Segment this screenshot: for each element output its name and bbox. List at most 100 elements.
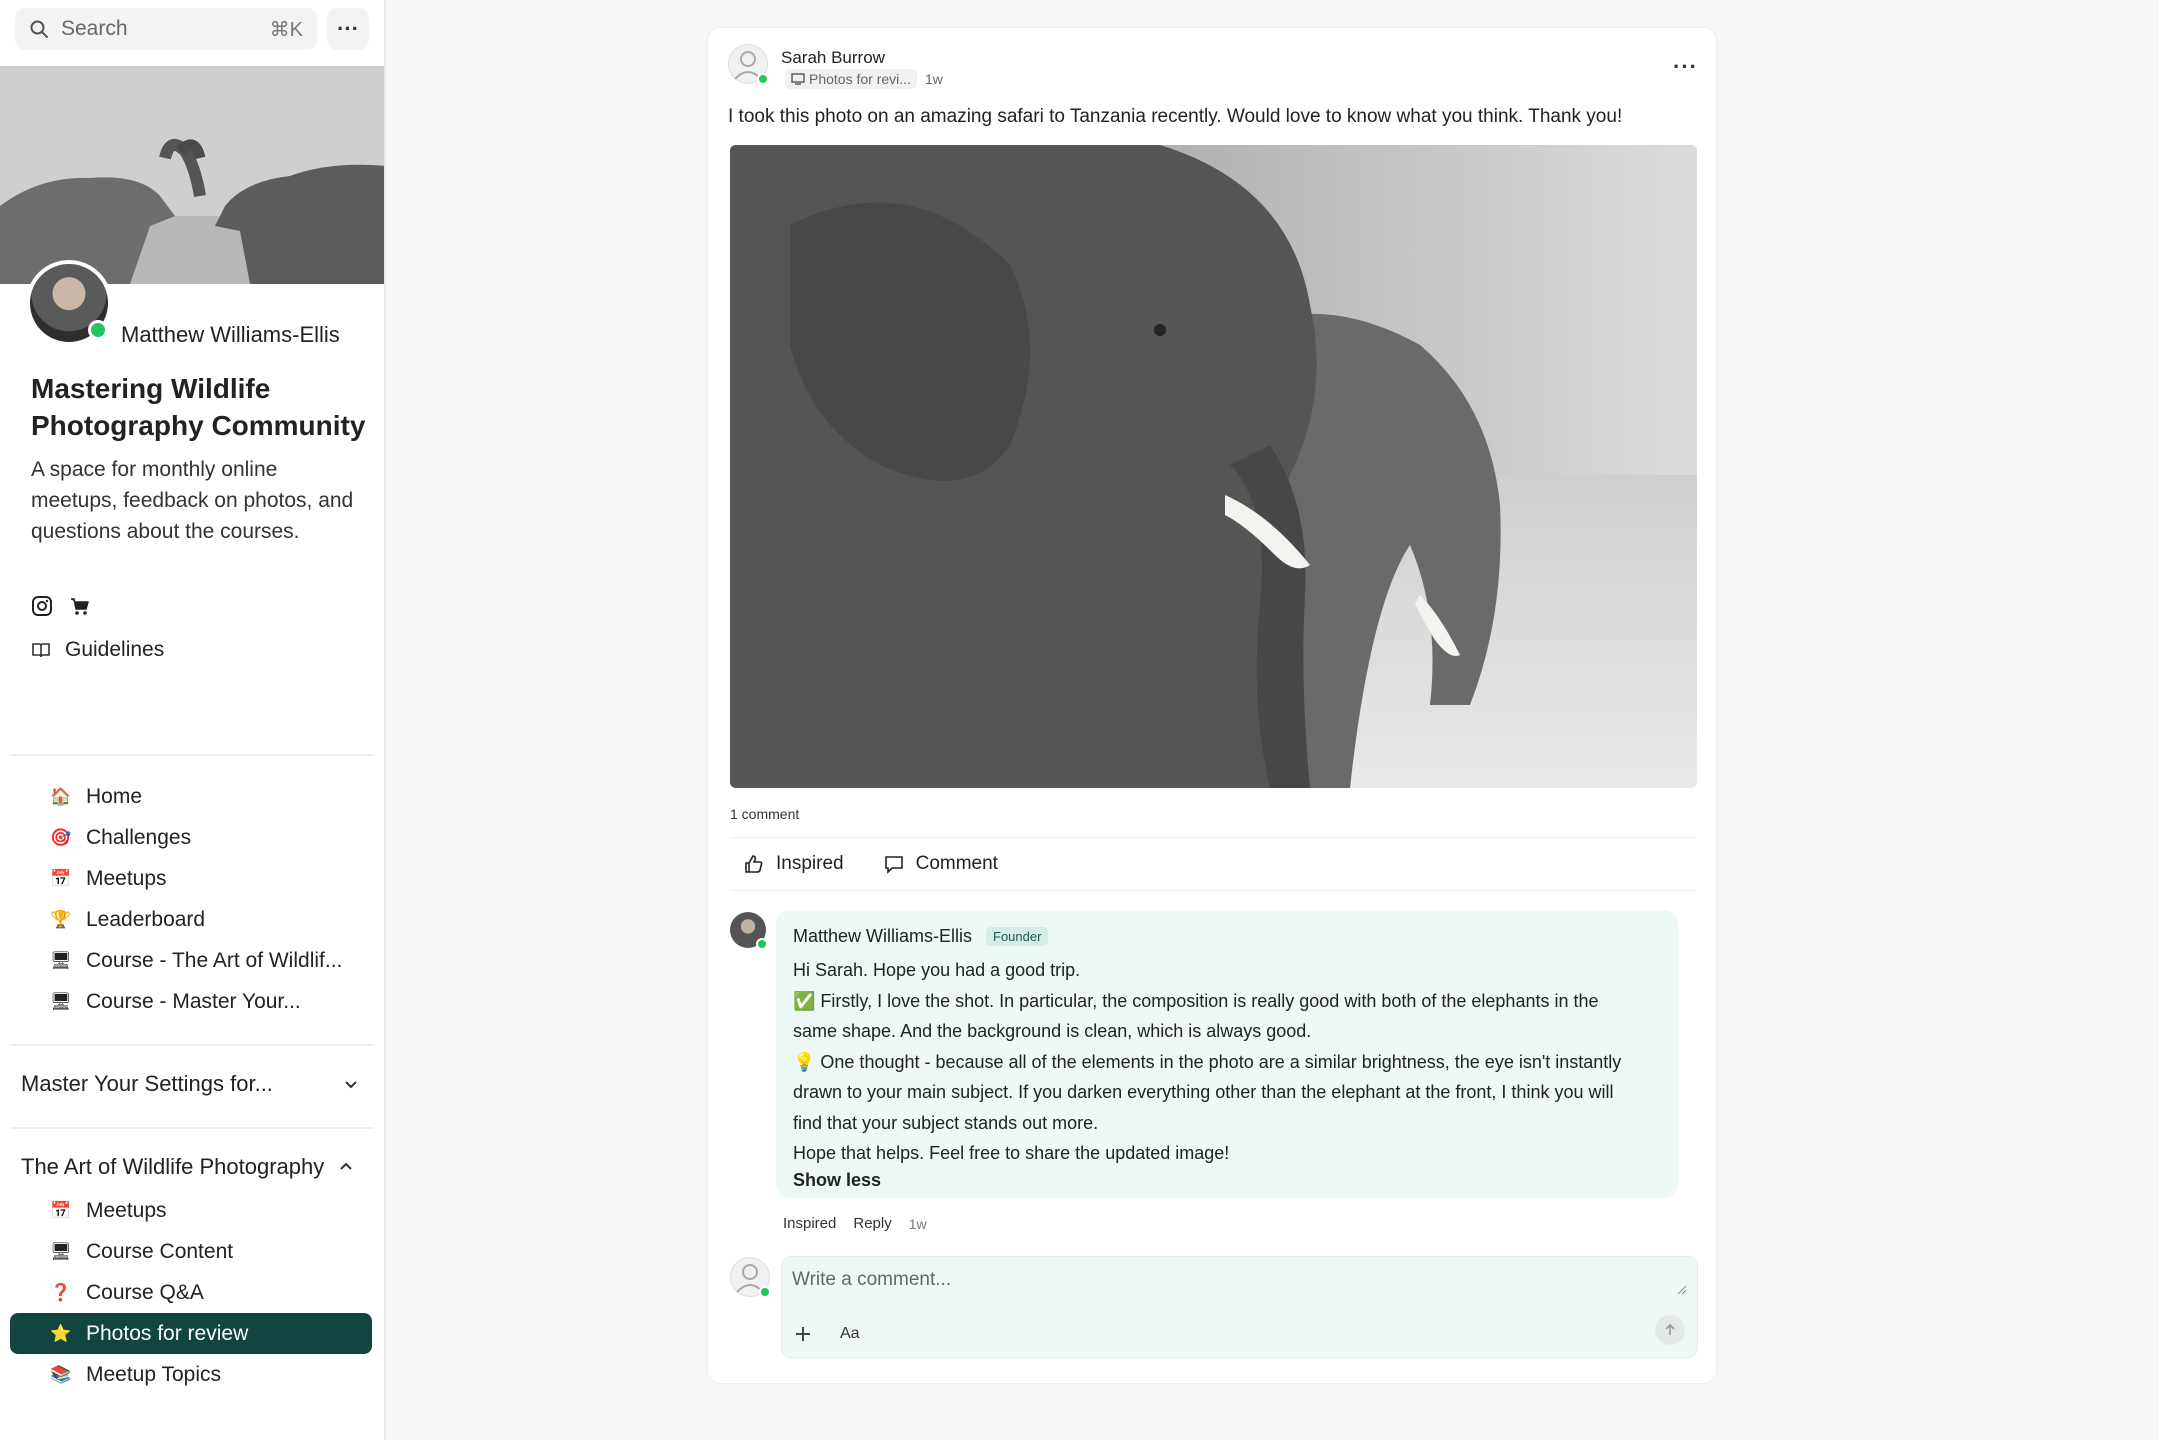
plus-icon[interactable] [794,1325,812,1343]
nav-item-photos-for-review[interactable]: ⭐ Photos for review [10,1313,372,1354]
resize-handle-icon[interactable] [1677,1285,1687,1295]
nav-item-course-master[interactable]: 🖥 Course - Master Your... [10,981,372,1022]
nav-item-meetups[interactable]: 📅 Meetups [10,1190,372,1231]
show-less-button[interactable]: Show less [793,1170,1662,1191]
main-nav: 🏠 Home 🎯 Challenges 📅 Meetups 🏆 Leaderboard … [10,776,372,1022]
nav-item-label: Course Q&A [86,1280,204,1304]
nav-item-course-qa[interactable]: ❓ Course Q&A [10,1272,372,1313]
search-placeholder: Search [61,17,128,40]
monitor-icon [791,73,805,85]
space-name: Photos for revi... [809,71,911,87]
nav-item-label: Meetups [86,1198,167,1222]
comment-button[interactable]: Comment [884,853,998,875]
online-status-dot [88,320,108,340]
books-icon: 📚 [50,1364,72,1384]
post-author-name[interactable]: Sarah Burrow [781,48,885,68]
comment-header: Matthew Williams-Ellis Founder [793,926,1662,947]
owner-name[interactable]: Matthew Williams-Ellis [121,322,340,348]
send-button[interactable] [1655,1315,1685,1345]
nav-item-label: Photos for review [86,1321,249,1345]
post-photo[interactable] [730,145,1697,788]
elephants-cover-illustration [0,66,384,284]
chevron-down-icon [345,1081,357,1089]
nav-item-label: Course - Master Your... [86,989,301,1013]
composer-toolbar: Aa [794,1325,860,1343]
comment-line: same shape. And the background is clean,… [793,1021,1312,1041]
nav-item-course-content[interactable]: 🖥 Course Content [10,1231,372,1272]
nav-item-label: Leaderboard [86,907,206,931]
calendar-icon: 📅 [50,868,72,888]
question-icon: ❓ [50,1282,72,1302]
guidelines-link[interactable]: Guidelines [31,638,164,662]
comment-actions: Inspired Reply 1w [783,1215,927,1232]
post-action-bar: Inspired Comment [730,837,1696,891]
post-options-button[interactable]: ··· [1673,54,1698,80]
comment-placeholder: Write a comment... [792,1269,952,1290]
comment-input[interactable]: Write a comment... Aa [781,1256,1698,1358]
section-art-of-wildlife[interactable]: The Art of Wildlife Photography [21,1154,354,1180]
sidebar-divider [10,1127,374,1129]
guidelines-label: Guidelines [65,638,165,661]
sidebar: Search ⌘K ··· Matthew Williams-Ellis Mas… [0,0,386,1440]
space-chip[interactable]: Photos for revi... [785,69,917,89]
text-format-button[interactable]: Aa [840,1325,860,1343]
instagram-icon[interactable] [31,595,53,617]
owner-avatar[interactable] [26,260,112,346]
online-status-dot [756,938,768,950]
trophy-icon: 🏆 [50,909,72,929]
nav-item-leaderboard[interactable]: 🏆 Leaderboard [10,899,372,940]
more-icon: ··· [337,16,359,41]
home-icon: 🏠 [50,786,72,806]
comment-line: 💡 One thought - because all of the eleme… [793,1051,1622,1072]
target-icon: 🎯 [50,827,72,847]
chevron-up-icon [340,1162,352,1170]
comment-line: ✅ Firstly, I love the shot. In particula… [793,990,1599,1011]
nav-item-meetup-topics[interactable]: 📚 Meetup Topics [10,1354,372,1395]
nav-item-challenges[interactable]: 🎯 Challenges [10,817,372,858]
comment-reply-button[interactable]: Reply [853,1215,891,1232]
comment-label: Comment [915,853,998,874]
nav-item-course-art[interactable]: 🖥 Course - The Art of Wildlif... [10,940,372,981]
community-description: A space for monthly online meetups, feed… [31,458,354,543]
section-label: Master Your Settings for... [21,1071,273,1096]
monitor-icon: 🖥 [50,991,72,1011]
elephants-photo-illustration [730,145,1697,788]
sidebar-more-button[interactable]: ··· [327,8,369,50]
author-avatar[interactable] [728,44,769,85]
comment-inspired-button[interactable]: Inspired [783,1215,836,1232]
sidebar-divider [10,1044,374,1046]
social-links [31,595,91,617]
cart-icon[interactable] [69,595,91,617]
section-label: The Art of Wildlife Photography [21,1154,325,1179]
post-meta: Photos for revi... 1w [785,69,943,89]
thumbs-up-icon [745,855,763,873]
inspired-button[interactable]: Inspired [744,853,844,875]
monitor-icon: 🖥 [50,1241,72,1261]
nav-item-label: Course Content [86,1239,234,1263]
sidebar-divider [10,754,374,756]
comment-time: 1w [908,1215,927,1232]
community-cover-image [0,66,384,284]
nav-item-meetups[interactable]: 📅 Meetups [10,858,372,899]
post-time: 1w [924,71,943,87]
nav-item-home[interactable]: 🏠 Home [10,776,372,817]
inspired-label: Inspired [776,853,844,874]
nav-item-label: Course - The Art of Wildlif... [86,948,343,972]
community-title: Mastering Wildlife Photography Community [31,373,366,441]
comment-count[interactable]: 1 comment [730,806,799,822]
online-status-dot [757,73,769,85]
comment-line: Hi Sarah. Hope you had a good trip. [793,960,1081,980]
commenter-name[interactable]: Matthew Williams-Ellis [793,926,972,947]
monitor-icon: 🖥 [50,950,72,970]
nav-item-label: Home [86,784,143,808]
comment-line: find that your subject stands out more. [793,1112,1099,1133]
comment-line: Hope that helps. Feel free to share the … [793,1143,1230,1163]
search-input[interactable]: Search ⌘K [15,8,317,50]
commenter-avatar[interactable] [730,912,768,950]
section-master-settings[interactable]: Master Your Settings for... [21,1071,359,1097]
comment-bubble: Matthew Williams-Ellis Founder Hi Sarah.… [776,910,1678,1198]
nav-item-label: Meetup Topics [86,1362,222,1386]
current-user-avatar [730,1257,771,1298]
star-icon: ⭐ [50,1323,72,1343]
arrow-up-icon [1665,1323,1675,1335]
